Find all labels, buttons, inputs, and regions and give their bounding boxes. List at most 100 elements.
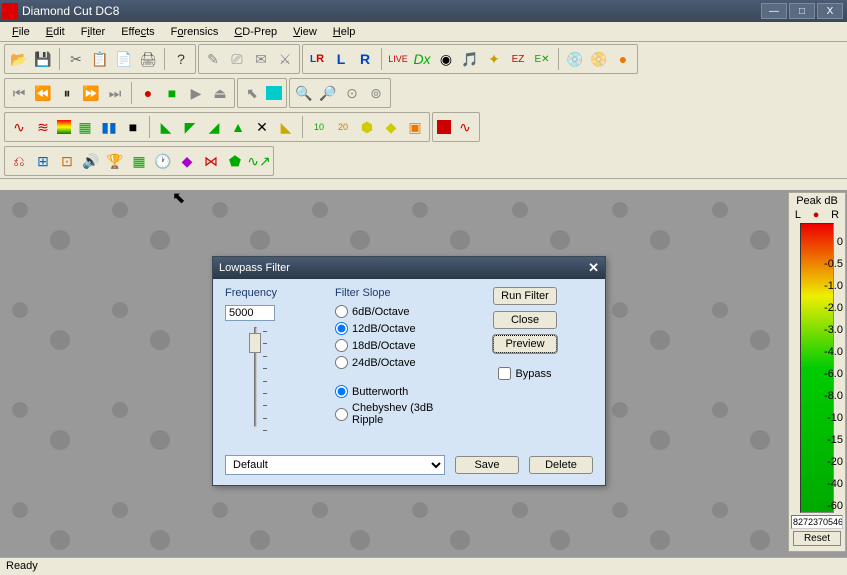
skip-start-icon[interactable]: ⏮: [9, 83, 29, 103]
black-icon[interactable]: ■: [123, 117, 143, 137]
bowtie-icon[interactable]: ⋈: [201, 151, 221, 171]
green-grid-icon[interactable]: ▦: [129, 151, 149, 171]
red-sq-icon[interactable]: [437, 120, 451, 134]
fx1-icon[interactable]: ⎌: [9, 151, 29, 171]
l-icon[interactable]: L: [331, 49, 351, 69]
speaker-icon[interactable]: 🔊: [81, 151, 101, 171]
tri3-icon[interactable]: ◢: [204, 117, 224, 137]
circle-icon[interactable]: ◉: [436, 49, 456, 69]
play-icon[interactable]: ▶: [186, 83, 206, 103]
pause-icon[interactable]: ⏸: [57, 83, 77, 103]
x-icon[interactable]: ✕: [252, 117, 272, 137]
envelope-icon[interactable]: ✉: [251, 49, 271, 69]
menu-filter[interactable]: Filter: [73, 24, 113, 40]
wave-green-icon[interactable]: ∿↗: [249, 151, 269, 171]
yellow1-icon[interactable]: ⬢: [357, 117, 377, 137]
print-icon[interactable]: 🖨: [138, 49, 158, 69]
purple-icon[interactable]: ◆: [177, 151, 197, 171]
yellow2-icon[interactable]: ◆: [381, 117, 401, 137]
stop-icon[interactable]: ■: [162, 83, 182, 103]
bypass-checkbox[interactable]: Bypass: [498, 367, 551, 380]
n10-icon[interactable]: 10: [309, 117, 329, 137]
close-button[interactable]: X: [817, 3, 843, 19]
grid1-icon[interactable]: ▦: [75, 117, 95, 137]
menu-file[interactable]: File: [4, 24, 38, 40]
menu-cdprep[interactable]: CD-Prep: [226, 24, 285, 40]
scalpel-icon[interactable]: ⚔: [275, 49, 295, 69]
sparkle-icon[interactable]: ✦: [484, 49, 504, 69]
bell-icon[interactable]: ⬟: [225, 151, 245, 171]
preview-button[interactable]: Preview: [493, 335, 557, 353]
dvd-icon[interactable]: 📀: [589, 49, 609, 69]
open-icon[interactable]: 📂: [9, 49, 29, 69]
r-icon[interactable]: R: [355, 49, 375, 69]
zoom-fit-icon[interactable]: ⊙: [342, 83, 362, 103]
slider-thumb[interactable]: [249, 333, 261, 353]
tri5-icon[interactable]: ◣: [276, 117, 296, 137]
dialog-close-icon[interactable]: ✕: [588, 260, 599, 276]
ex-icon[interactable]: E✕: [532, 49, 552, 69]
rewind-icon[interactable]: ⏪: [33, 83, 53, 103]
save-button[interactable]: Save: [455, 456, 519, 474]
window-title: Diamond Cut DC8: [22, 4, 761, 18]
slope-24db[interactable]: 24dB/Octave: [335, 356, 465, 369]
region-icon[interactable]: [266, 86, 282, 100]
fx2-icon[interactable]: ⊞: [33, 151, 53, 171]
lr-icon[interactable]: LR: [307, 49, 327, 69]
record-icon[interactable]: ●: [138, 83, 158, 103]
dx-icon[interactable]: Dx: [412, 49, 432, 69]
slope-12db[interactable]: 12dB/Octave: [335, 322, 465, 335]
orange-sq-icon[interactable]: ▣: [405, 117, 425, 137]
brush-icon[interactable]: ⎚: [227, 49, 247, 69]
frequency-input[interactable]: [225, 305, 275, 321]
minimize-button[interactable]: —: [761, 3, 787, 19]
dialog-titlebar[interactable]: Lowpass Filter ✕: [213, 257, 605, 279]
help-icon[interactable]: ?: [171, 49, 191, 69]
orange-disc-icon[interactable]: ●: [613, 49, 633, 69]
wave2-icon[interactable]: ≋: [33, 117, 53, 137]
eject-icon[interactable]: ⏏: [210, 83, 230, 103]
menu-edit[interactable]: Edit: [38, 24, 73, 40]
bars-icon[interactable]: ▮▮: [99, 117, 119, 137]
menu-effects[interactable]: Effects: [113, 24, 162, 40]
n20-icon[interactable]: 20: [333, 117, 353, 137]
cursor-select-icon[interactable]: ⬉: [242, 83, 262, 103]
meter-reset-button[interactable]: Reset: [793, 531, 841, 546]
maximize-button[interactable]: □: [789, 3, 815, 19]
type-butterworth[interactable]: Butterworth: [335, 385, 465, 398]
sine-icon[interactable]: ∿: [455, 117, 475, 137]
zoom-in-icon[interactable]: 🔍: [294, 83, 314, 103]
clock-icon[interactable]: 🕐: [153, 151, 173, 171]
save-icon[interactable]: 💾: [33, 49, 53, 69]
cup-icon[interactable]: 🏆: [105, 151, 125, 171]
fx3-icon[interactable]: ⊡: [57, 151, 77, 171]
preset-select[interactable]: Default: [225, 455, 445, 475]
music-icon[interactable]: 🎵: [460, 49, 480, 69]
wave1-icon[interactable]: ∿: [9, 117, 29, 137]
menu-forensics[interactable]: Forensics: [163, 24, 227, 40]
slope-6db[interactable]: 6dB/Octave: [335, 305, 465, 318]
paste-icon[interactable]: 📄: [114, 49, 134, 69]
slope-18db[interactable]: 18dB/Octave: [335, 339, 465, 352]
copy-icon[interactable]: 📋: [90, 49, 110, 69]
skip-end-icon[interactable]: ⏭: [105, 83, 125, 103]
run-filter-button[interactable]: Run Filter: [493, 287, 557, 305]
pencil-icon[interactable]: ✎: [203, 49, 223, 69]
tri1-icon[interactable]: ◣: [156, 117, 176, 137]
close-button[interactable]: Close: [493, 311, 557, 329]
zoom-sel-icon[interactable]: ⊚: [366, 83, 386, 103]
zoom-out-icon[interactable]: 🔎: [318, 83, 338, 103]
menu-help[interactable]: Help: [325, 24, 364, 40]
ez-icon[interactable]: EZ: [508, 49, 528, 69]
tri2-icon[interactable]: ◤: [180, 117, 200, 137]
tri4-icon[interactable]: ▲: [228, 117, 248, 137]
forward-icon[interactable]: ⏩: [81, 83, 101, 103]
frequency-slider[interactable]: [225, 327, 285, 437]
cd-icon[interactable]: 💿: [565, 49, 585, 69]
cut-icon[interactable]: ✂: [66, 49, 86, 69]
delete-button[interactable]: Delete: [529, 456, 593, 474]
type-chebyshev[interactable]: Chebyshev (3dB Ripple: [335, 402, 465, 426]
live-icon[interactable]: LIVE: [388, 49, 408, 69]
menu-view[interactable]: View: [285, 24, 325, 40]
spectrum1-icon[interactable]: [57, 120, 71, 134]
